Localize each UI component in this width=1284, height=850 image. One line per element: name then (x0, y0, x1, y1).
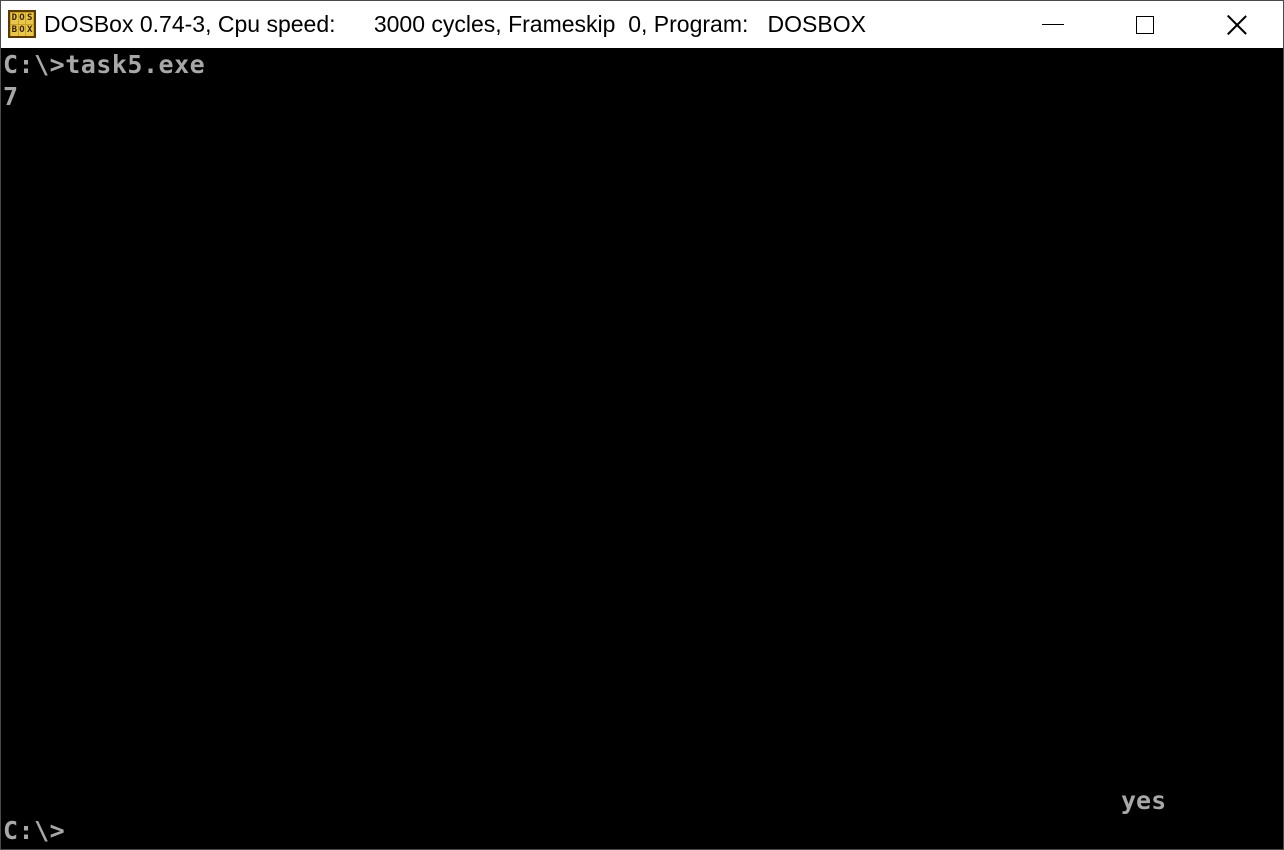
dosbox-icon[interactable]: D O S B O X (8, 10, 36, 38)
icon-letter: O (18, 13, 26, 24)
maximize-button[interactable] (1099, 1, 1191, 48)
console-line: C:\>task5.exe (3, 50, 206, 79)
icon-letter: X (26, 25, 33, 36)
console-line: 7 (3, 82, 19, 111)
close-button[interactable] (1191, 1, 1283, 48)
console-screen[interactable]: C:\>task5.exe 7 yes C:\> (1, 49, 1283, 849)
close-icon (1226, 14, 1248, 36)
window-title: DOSBox 0.74-3, Cpu speed: 3000 cycles, F… (44, 11, 866, 37)
title-bar[interactable]: D O S B O X DOSBox 0.74-3, Cpu speed: 30… (1, 1, 1283, 48)
icon-letter: B (11, 25, 18, 36)
maximize-icon (1136, 15, 1154, 34)
minimize-button[interactable] (1007, 1, 1099, 48)
command-prompt[interactable]: C:\> (3, 815, 65, 847)
minimize-icon (1042, 24, 1064, 25)
icon-letter: O (18, 25, 26, 36)
icon-letter: S (26, 13, 33, 24)
dosbox-window: D O S B O X DOSBox 0.74-3, Cpu speed: 30… (0, 0, 1284, 850)
icon-letter: D (11, 13, 18, 24)
program-output-yes: yes (1121, 786, 1167, 815)
